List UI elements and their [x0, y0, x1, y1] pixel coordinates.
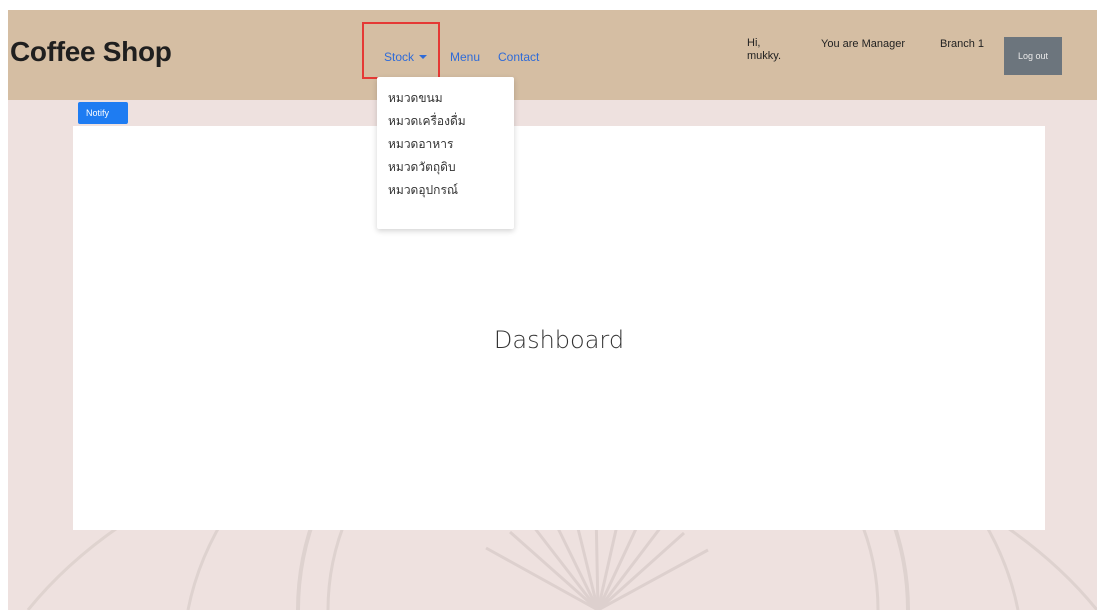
dropdown-item-drinks[interactable]: หมวดเครื่องดื่ม: [377, 110, 514, 133]
app-screen: Coffee Shop Stock Menu Contact Hi, mukky…: [8, 10, 1097, 610]
greeting-username: mukky.: [747, 50, 782, 62]
greeting-line-1: Hi,: [747, 37, 761, 49]
dropdown-item-ingredients[interactable]: หมวดวัตถุดิบ: [377, 156, 514, 179]
branch-text: Branch 1: [940, 38, 985, 50]
dropdown-item-food[interactable]: หมวดอาหาร: [377, 133, 514, 156]
nav-menu-link[interactable]: Menu: [450, 50, 480, 64]
dropdown-item-snacks[interactable]: หมวดขนม: [377, 87, 514, 110]
dashboard-card: Dashboard: [73, 126, 1045, 530]
dashboard-title: Dashboard: [493, 326, 625, 354]
nav-contact-link[interactable]: Contact: [498, 50, 539, 64]
user-role-text: You are Manager: [821, 38, 905, 50]
user-greeting: Hi, mukky.: [747, 37, 807, 63]
logout-button[interactable]: Log out: [1004, 37, 1062, 75]
top-navbar: Coffee Shop Stock Menu Contact Hi, mukky…: [8, 10, 1097, 100]
brand-logo[interactable]: Coffee Shop: [10, 36, 172, 68]
dropdown-item-equipment[interactable]: หมวดอุปกรณ์: [377, 179, 514, 202]
notify-button[interactable]: Notify: [78, 102, 128, 124]
stock-highlight-box: [362, 22, 440, 79]
stock-dropdown-menu: หมวดขนม หมวดเครื่องดื่ม หมวดอาหาร หมวดวั…: [377, 77, 514, 229]
